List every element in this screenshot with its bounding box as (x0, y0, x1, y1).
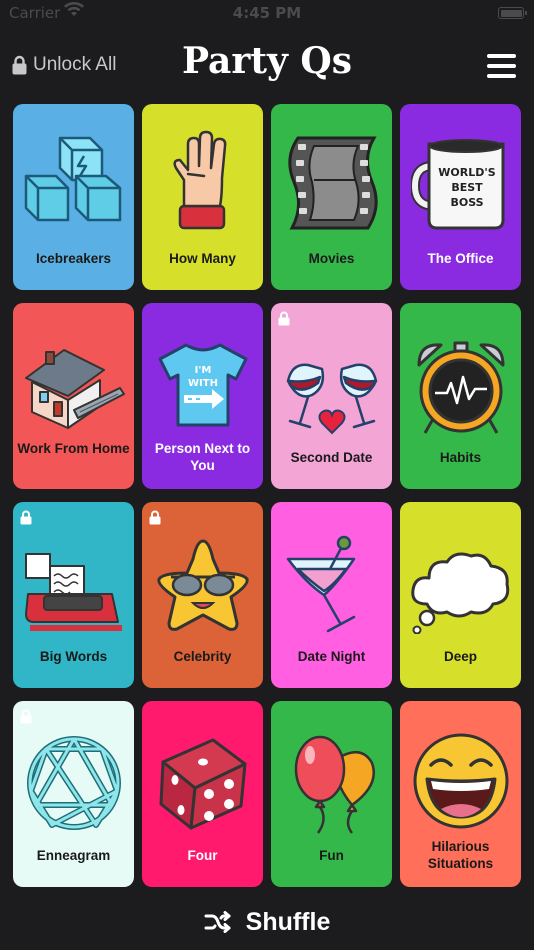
card-deep[interactable]: Deep (400, 502, 521, 688)
card-label: Fun (319, 848, 344, 863)
card-icebreakers[interactable]: Icebreakers (13, 104, 134, 290)
card-date-night[interactable]: Date Night (271, 502, 392, 688)
lock-icon (12, 55, 27, 75)
card-label: The Office (427, 251, 494, 266)
shuffle-label: Shuffle (245, 907, 331, 936)
dice-icon (159, 738, 246, 830)
card-hilarious-situations[interactable]: Hilarious Situations (400, 701, 521, 887)
card-label: Enneagram (36, 848, 111, 863)
hamburger-icon-bar (487, 64, 516, 68)
card-label: Big Words (39, 649, 108, 664)
card-the-office[interactable]: WORLD'S BEST BOSS The Office (400, 104, 521, 290)
menu-button[interactable] (487, 54, 517, 78)
hamburger-icon-bar (487, 74, 516, 78)
lock-icon (149, 510, 161, 525)
mug-text-line: BOSS (450, 196, 483, 209)
balloons-icon (294, 735, 375, 834)
unlock-all-button[interactable]: Unlock All (12, 54, 116, 76)
film-strip-icon (287, 136, 378, 230)
house-laptop-icon (24, 349, 125, 429)
shirt-text: WITH (188, 378, 218, 389)
card-how-many[interactable]: How Many (142, 104, 263, 290)
im-with-shirt-icon: I'M WITH (158, 343, 247, 427)
boss-mug-icon: WORLD'S BEST BOSS (410, 139, 504, 230)
category-grid: Icebreakers How Many Movies WORLD'S BEST… (13, 104, 521, 887)
battery-icon (498, 7, 527, 19)
ice-cubes-icon (24, 136, 121, 222)
martini-icon (286, 535, 355, 633)
mug-text-line: BEST (451, 181, 483, 194)
unlock-all-label: Unlock All (33, 54, 117, 75)
card-fun[interactable]: Fun (271, 701, 392, 887)
card-label: Four (187, 848, 218, 863)
card-celebrity[interactable]: Celebrity (142, 502, 263, 688)
card-label: Hilarious Situations (427, 839, 494, 871)
lock-icon (20, 709, 32, 724)
card-big-words[interactable]: Big Words (13, 502, 134, 688)
hamburger-icon-bar (487, 54, 516, 58)
card-label: Movies (308, 251, 355, 266)
mug-text-line: WORLD'S (438, 166, 495, 179)
hand-counting-icon (172, 130, 226, 230)
card-label: Second Date (290, 450, 373, 465)
typewriter-icon (24, 553, 122, 631)
status-time: 4:45 PM (232, 4, 302, 22)
star-sunglasses-icon (156, 539, 249, 631)
card-label: Person Next to You (154, 441, 251, 473)
card-habits[interactable]: Habits (400, 303, 521, 489)
laughing-emoji-icon (413, 733, 508, 829)
card-person-next-to-you[interactable]: I'M WITH Person Next to You (142, 303, 263, 489)
alarm-clock-icon (417, 341, 504, 434)
shirt-text: I'M (194, 365, 211, 376)
wine-glasses-heart-icon (286, 363, 377, 435)
card-label: Deep (443, 649, 477, 664)
card-label: Habits (439, 450, 482, 465)
card-work-from-home[interactable]: Work From Home (13, 303, 134, 489)
card-second-date[interactable]: Second Date (271, 303, 392, 489)
thought-cloud-icon (410, 552, 509, 634)
card-label: Work From Home (17, 441, 130, 456)
card-four[interactable]: Four (142, 701, 263, 887)
lock-icon (20, 510, 32, 525)
card-label: Icebreakers (35, 251, 112, 266)
header: Unlock All Party Qs (0, 36, 534, 96)
card-label: Date Night (297, 649, 366, 664)
enneagram-icon (26, 736, 121, 830)
shuffle-button[interactable]: Shuffle (0, 904, 534, 940)
lock-icon (278, 311, 290, 326)
card-enneagram[interactable]: Enneagram (13, 701, 134, 887)
shuffle-icon (204, 911, 231, 933)
card-movies[interactable]: Movies (271, 104, 392, 290)
card-label: Celebrity (173, 649, 232, 664)
card-label: How Many (169, 251, 236, 266)
status-bar: Carrier 4:45 PM (0, 0, 534, 28)
